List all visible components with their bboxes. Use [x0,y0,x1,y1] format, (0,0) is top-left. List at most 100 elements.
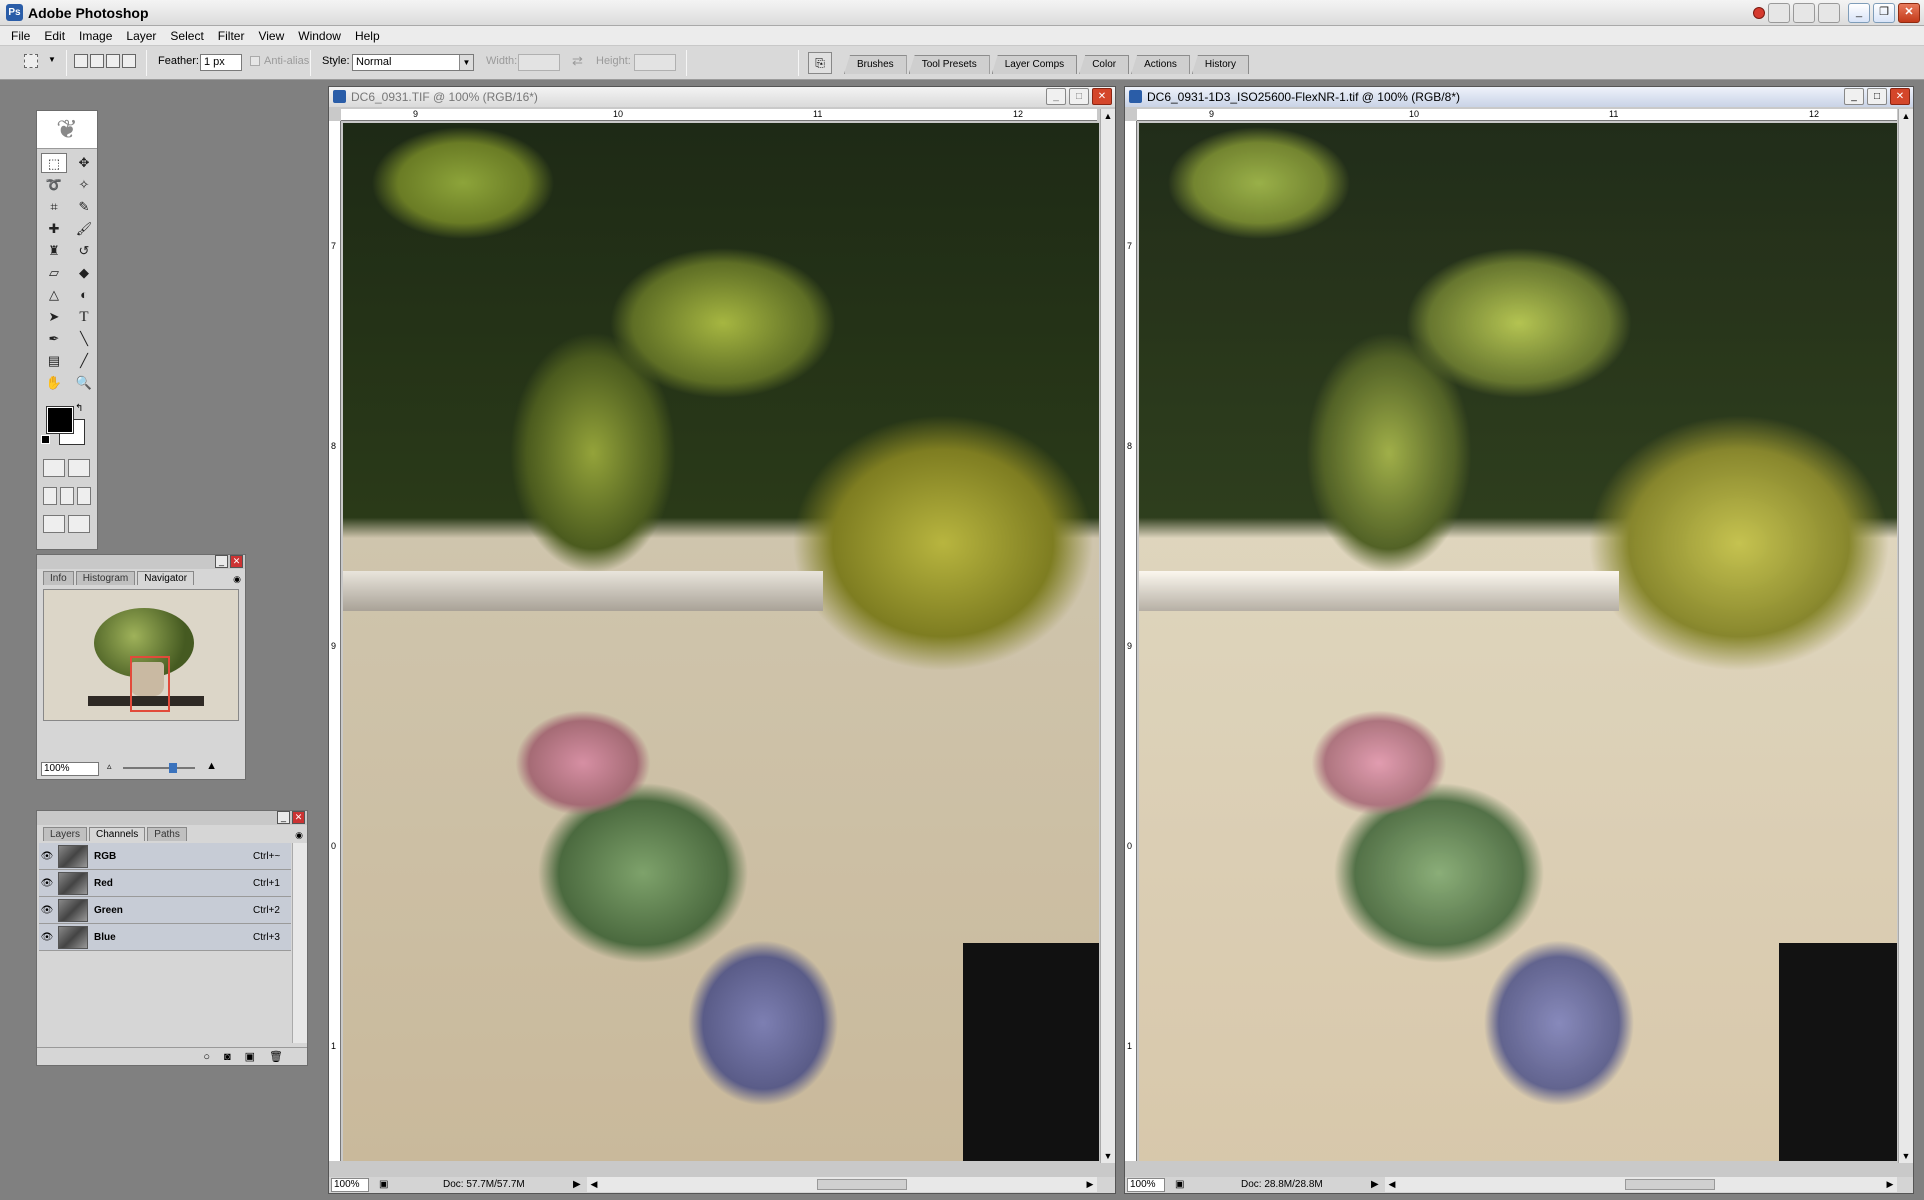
marquee-tool-icon[interactable]: ⬚ [41,153,67,173]
channel-row-green[interactable]: 👁 Green Ctrl+2 [39,897,291,924]
height-input[interactable] [634,54,676,71]
crop-tool-icon[interactable]: ⌗ [41,197,67,217]
pen-tool-icon[interactable]: ✒ [41,329,67,349]
eye-icon[interactable]: 👁 [39,905,55,916]
dropdown-arrow-icon[interactable]: ▼ [48,55,56,64]
add-selection-icon[interactable] [90,54,104,68]
width-input[interactable] [518,54,560,71]
maximize-button[interactable]: □ [1867,88,1887,105]
menu-view[interactable]: View [251,26,291,45]
eraser-tool-icon[interactable]: ▱ [41,263,67,283]
well-tab-tool-presets[interactable]: Tool Presets [908,55,990,74]
subtract-selection-icon[interactable] [106,54,120,68]
line-tool-icon[interactable]: ╲ [71,329,97,349]
full-screen-icon[interactable] [77,487,91,505]
menu-file[interactable]: File [4,26,37,45]
feather-input[interactable]: 1 px [200,54,242,71]
close-icon[interactable]: ✕ [292,811,305,824]
eye-icon[interactable]: 👁 [39,932,55,943]
scroll-thumb[interactable] [1625,1179,1715,1190]
move-tool-icon[interactable]: ✥ [71,153,97,173]
file-browser-icon[interactable]: ⎘ [808,52,832,74]
dodge-tool-icon[interactable]: ◐ [71,285,97,305]
tray-button-icon[interactable] [1818,3,1840,23]
well-tab-brushes[interactable]: Brushes [844,55,907,74]
panel-menu-icon[interactable]: ◉ [233,574,241,585]
tray-button-icon[interactable] [1793,3,1815,23]
scroll-thumb[interactable] [817,1179,907,1190]
slice-tool-icon[interactable]: ✎ [71,197,97,217]
image-canvas[interactable] [343,123,1099,1161]
minimize-icon[interactable]: _ [277,811,290,824]
zoom-out-icon[interactable]: ▵ [107,761,112,772]
menu-layer[interactable]: Layer [119,26,163,45]
channel-row-rgb[interactable]: 👁 RGB Ctrl+~ [39,843,291,870]
image-canvas[interactable] [1139,123,1897,1161]
navigator-thumbnail[interactable] [43,589,239,721]
minimize-button[interactable]: _ [1848,3,1870,23]
intersect-selection-icon[interactable] [122,54,136,68]
antialias-checkbox[interactable] [250,56,260,66]
channel-scrollbar[interactable] [292,843,307,1043]
eyedropper-tool-icon[interactable]: ╱ [71,351,97,371]
menu-select[interactable]: Select [163,26,210,45]
status-menu-icon[interactable]: ▣ [379,1179,388,1190]
minimize-button[interactable]: _ [1046,88,1066,105]
menu-window[interactable]: Window [291,26,348,45]
swap-icon[interactable]: ⇄ [572,53,583,69]
full-screen-menu-icon[interactable] [60,487,74,505]
swap-colors-icon[interactable]: ↰ [75,403,83,414]
standard-mode-icon[interactable] [43,459,65,477]
eye-icon[interactable]: 👁 [39,878,55,889]
channel-row-blue[interactable]: 👁 Blue Ctrl+3 [39,924,291,951]
eye-icon[interactable]: 👁 [39,851,55,862]
status-menu-icon[interactable]: ▣ [1175,1179,1184,1190]
status-arrow-icon[interactable]: ▶ [1371,1179,1379,1190]
close-icon[interactable]: ✕ [230,555,243,568]
feather-logo-icon[interactable]: ❦ [37,111,97,149]
scroll-down-icon[interactable]: ▼ [1899,1149,1913,1163]
notes-tool-icon[interactable]: ▤ [41,351,67,371]
horizontal-scrollbar[interactable]: ◀ ▶ [587,1177,1097,1192]
tray-button-icon[interactable] [1768,3,1790,23]
magic-wand-tool-icon[interactable]: ✧ [71,175,97,195]
scroll-up-icon[interactable]: ▲ [1899,109,1913,123]
zoom-level[interactable]: 100% [331,1178,369,1192]
quick-mask-mode-icon[interactable] [68,459,90,477]
scroll-down-icon[interactable]: ▼ [1101,1149,1115,1163]
style-select[interactable]: Normal ▼ [352,54,474,71]
jump-to-imageready-icon[interactable] [43,515,65,533]
slider-handle[interactable] [169,763,177,773]
marquee-preset-icon[interactable] [24,54,38,68]
type-tool-icon[interactable]: T [71,307,97,327]
hand-tool-icon[interactable]: ✋ [41,373,67,393]
close-button[interactable]: ✕ [1898,3,1920,23]
status-arrow-icon[interactable]: ▶ [573,1179,581,1190]
zoom-tool-icon[interactable]: 🔍 [71,373,97,393]
delete-channel-icon[interactable]: 🗑 [269,1050,283,1063]
minimize-button[interactable]: _ [1844,88,1864,105]
path-selection-tool-icon[interactable]: ➤ [41,307,67,327]
zoom-level[interactable]: 100% [1127,1178,1165,1192]
lasso-tool-icon[interactable]: ➰ [41,175,67,195]
scroll-left-icon[interactable]: ◀ [1385,1177,1399,1191]
save-selection-icon[interactable]: ◙ [224,1051,231,1063]
well-tab-layer-comps[interactable]: Layer Comps [991,55,1078,74]
tab-histogram[interactable]: Histogram [75,571,136,585]
document-title-bar[interactable]: DC6_0931.TIF @ 100% (RGB/16*) _ □ ✕ [329,87,1115,107]
new-selection-icon[interactable] [74,54,88,68]
minimize-icon[interactable]: _ [215,555,228,568]
scroll-right-icon[interactable]: ▶ [1083,1177,1097,1191]
menu-help[interactable]: Help [348,26,387,45]
well-tab-color[interactable]: Color [1079,55,1130,74]
chevron-down-icon[interactable]: ▼ [459,55,473,70]
healing-brush-tool-icon[interactable]: ✚ [41,219,67,239]
close-button[interactable]: ✕ [1890,88,1910,105]
blur-tool-icon[interactable]: △ [41,285,67,305]
brush-tool-icon[interactable]: 🖌 [71,219,97,239]
scroll-up-icon[interactable]: ▲ [1101,109,1115,123]
zoom-slider[interactable]: ▵ ▲ [107,760,217,773]
jump-to-app-icon[interactable] [68,515,90,533]
menu-filter[interactable]: Filter [211,26,252,45]
panel-menu-icon[interactable]: ◉ [295,830,303,841]
